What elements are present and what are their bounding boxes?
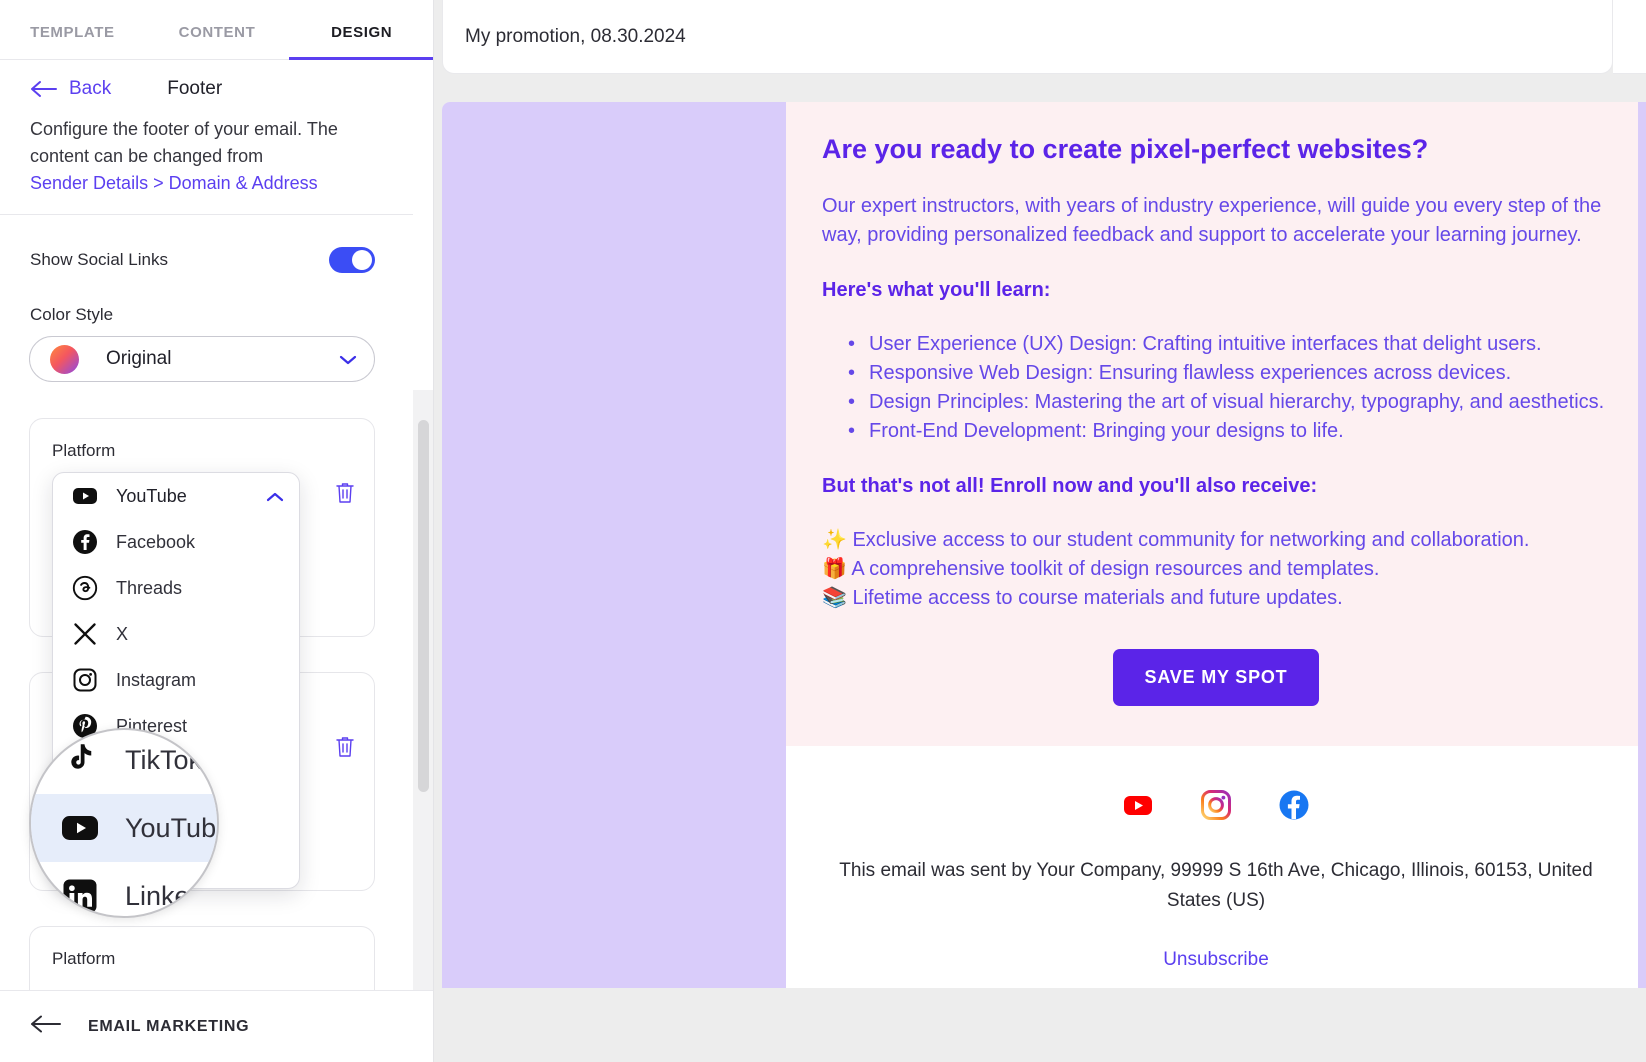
app-root: TEMPLATE CONTENT DESIGN Back Footer Conf…: [0, 0, 1646, 1062]
youtube-icon: [71, 482, 99, 510]
header-divider: [0, 214, 413, 215]
lens-label: YouTube: [125, 812, 217, 843]
social-links: [822, 788, 1610, 822]
email-canvas: My promotion, 08.30.2024 Are you ready t…: [434, 0, 1646, 1062]
list-item: Design Principles: Mastering the art of …: [848, 388, 1610, 417]
email-intro-paragraph: Our expert instructors, with years of in…: [822, 195, 1602, 246]
list-item: User Experience (UX) Design: Crafting in…: [848, 330, 1610, 359]
dropdown-label: Facebook: [116, 531, 196, 552]
chevron-down-icon: [338, 353, 358, 365]
email-subject[interactable]: My promotion, 08.30.2024: [465, 26, 686, 48]
topbar-right-gutter: [1613, 0, 1646, 74]
tab-content[interactable]: CONTENT: [145, 24, 290, 59]
list-item: 📚 Lifetime access to course materials an…: [822, 587, 1343, 609]
footer-address: This email was sent by Your Company, 999…: [839, 860, 1593, 911]
delete-icon[interactable]: [334, 735, 356, 759]
email-heading: Are you ready to create pixel-perfect we…: [822, 134, 1429, 164]
color-style-label: Color Style: [30, 305, 114, 324]
sender-details-link[interactable]: Sender Details > Domain & Address: [30, 173, 318, 193]
list-item: ✨ Exclusive access to our student commun…: [822, 529, 1530, 551]
list-item: Responsive Web Design: Ensuring flawless…: [848, 359, 1610, 388]
magnifier-content: TikTok YouTube: [31, 730, 219, 916]
dropdown-option-instagram[interactable]: Instagram: [53, 657, 299, 703]
cta-container: SAVE MY SPOT: [822, 643, 1610, 706]
dropdown-option-facebook[interactable]: Facebook: [53, 519, 299, 565]
facebook-icon: [71, 528, 99, 556]
list-item: 🎁 A comprehensive toolkit of design reso…: [822, 558, 1380, 580]
chevron-up-icon[interactable]: [265, 490, 285, 502]
panel-description-line2: content can be changed from: [30, 146, 264, 166]
toggle-knob: [352, 250, 372, 270]
dropdown-option-threads[interactable]: Threads: [53, 565, 299, 611]
sidebar-tabs: TEMPLATE CONTENT DESIGN: [0, 0, 433, 60]
email-marketing-bar[interactable]: EMAIL MARKETING: [0, 990, 433, 1062]
linkedin-icon: [59, 875, 101, 916]
email-subject-bar: My promotion, 08.30.2024: [442, 0, 1613, 74]
lens-label: TikTok: [125, 744, 203, 775]
list-item: Front-End Development: Bringing your des…: [848, 417, 1610, 446]
dropdown-trigger-youtube[interactable]: YouTube: [53, 473, 299, 519]
email-preview: Are you ready to create pixel-perfect we…: [442, 102, 1646, 988]
x-twitter-icon: [71, 620, 99, 648]
design-sidebar: TEMPLATE CONTENT DESIGN Back Footer Conf…: [0, 0, 434, 1062]
facebook-icon[interactable]: [1277, 788, 1311, 822]
color-swatch-icon: [50, 344, 79, 374]
arrow-left-icon[interactable]: [30, 1014, 64, 1039]
tab-design[interactable]: DESIGN: [289, 24, 433, 60]
panel-description-line1: Configure the footer of your email. The: [30, 119, 338, 139]
email-learn-list: User Experience (UX) Design: Crafting in…: [822, 330, 1610, 446]
instagram-icon[interactable]: [1199, 788, 1233, 822]
lens-row-linkedin[interactable]: LinkedIn: [31, 862, 219, 916]
arrow-left-icon[interactable]: [30, 79, 60, 99]
color-style-select[interactable]: Original: [29, 336, 375, 382]
dropdown-label: Instagram: [116, 669, 197, 690]
lens-row-tiktok[interactable]: TikTok: [31, 730, 217, 794]
email-body: Are you ready to create pixel-perfect we…: [786, 102, 1646, 746]
delete-icon[interactable]: [334, 481, 356, 505]
email-footer: This email was sent by Your Company, 999…: [786, 746, 1646, 988]
lens-row-youtube[interactable]: YouTube: [31, 794, 217, 862]
save-my-spot-button[interactable]: SAVE MY SPOT: [1112, 649, 1320, 706]
lens-label: LinkedIn: [125, 880, 219, 911]
color-style-value: Original: [106, 348, 172, 369]
threads-icon: [71, 574, 99, 602]
email-learn-heading: Here's what you'll learn:: [822, 279, 1051, 301]
magnifier-lens: TikTok YouTube: [29, 728, 219, 918]
panel-header: Back Footer Configure the footer of your…: [0, 60, 433, 197]
dropdown-label: YouTube: [116, 485, 187, 506]
platform-label: Platform: [52, 441, 116, 460]
panel-title: Footer: [167, 78, 223, 99]
show-social-links-row: Show Social Links: [30, 245, 375, 275]
panel-description: Configure the footer of your email. The …: [0, 100, 400, 197]
dropdown-label: Threads: [116, 577, 183, 598]
platform-label: Platform: [52, 949, 116, 968]
youtube-icon[interactable]: [1121, 788, 1155, 822]
email-bonus-list: ✨ Exclusive access to our student commun…: [822, 526, 1610, 613]
back-button[interactable]: Back: [69, 78, 111, 100]
email-left-panel: [442, 102, 786, 988]
email-right-edge: [1638, 102, 1646, 988]
sidebar-scrollbar-thumb[interactable]: [418, 420, 429, 792]
show-social-links-label: Show Social Links: [30, 250, 168, 269]
email-bonus-heading: But that's not all! Enroll now and you'l…: [822, 475, 1318, 497]
email-marketing-label: EMAIL MARKETING: [88, 1017, 250, 1035]
youtube-icon: [59, 807, 101, 849]
dropdown-option-x[interactable]: X: [53, 611, 299, 657]
back-row: Back Footer: [0, 60, 433, 100]
unsubscribe-link[interactable]: Unsubscribe: [1163, 949, 1269, 971]
show-social-links-toggle[interactable]: [329, 247, 375, 273]
dropdown-label: X: [116, 623, 129, 644]
email-content-column: Are you ready to create pixel-perfect we…: [786, 102, 1646, 988]
instagram-icon: [71, 666, 99, 694]
tab-template[interactable]: TEMPLATE: [0, 24, 145, 59]
tiktok-icon: [59, 739, 101, 781]
